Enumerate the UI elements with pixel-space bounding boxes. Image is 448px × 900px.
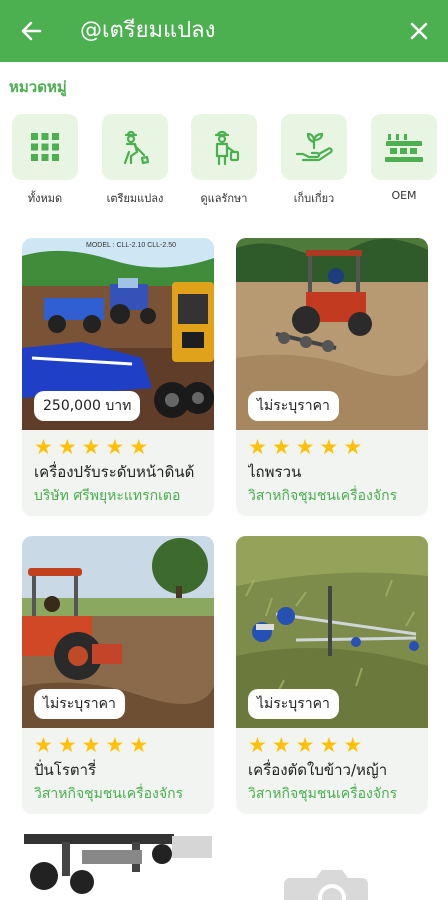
factory-icon [385, 134, 423, 162]
star-icon: ★ [295, 435, 315, 459]
farmer-digging-icon [123, 130, 150, 165]
camera-icon [284, 864, 380, 900]
price-badge: ไม่ระบุราคา [34, 689, 125, 719]
category-bar: ทั้งหมด เตรียมแปลง ดูแลรักษา เก็บเกี่ยว … [0, 114, 448, 210]
price-badge: 250,000 บาท [34, 391, 141, 421]
category-oem[interactable]: OEM [371, 114, 437, 202]
star-rating: ★ ★ ★ ★ ★ [248, 734, 362, 756]
star-icon: ★ [57, 435, 77, 459]
star-rating: ★ ★ ★ ★ ★ [248, 436, 362, 458]
category-label: ทั้งหมด [27, 192, 63, 205]
star-rating: ★ ★ ★ ★ ★ [34, 436, 148, 458]
app-bar: @เตรียมแปลง [0, 0, 448, 62]
product-image-partial[interactable] [22, 832, 214, 900]
star-icon: ★ [248, 435, 267, 459]
star-icon: ★ [34, 435, 53, 459]
star-icon: ★ [129, 435, 149, 459]
category-label: เตรียมแปลง [106, 192, 164, 205]
shop-name[interactable]: วิสาหกิจชุมชนเครื่องจักร [248, 485, 422, 507]
star-icon: ★ [271, 435, 291, 459]
close-icon[interactable] [404, 16, 434, 46]
product-card[interactable]: MODEL : CLL-2.10 CLL-2.50 250,000 บาท ★ ★… [22, 238, 214, 516]
category-label: OEM [391, 189, 417, 202]
star-icon: ★ [248, 733, 267, 757]
star-icon: ★ [105, 733, 125, 757]
shop-name[interactable]: วิสาหกิจชุมชนเครื่องจักร [248, 783, 422, 805]
farmer-watering-icon [214, 130, 240, 166]
product-card[interactable]: ไม่ระบุราคา ★ ★ ★ ★ ★ ไถพรวน วิสาหกิจชุมชนเค… [236, 238, 428, 516]
category-label: เก็บเกี่ยว [293, 192, 335, 205]
star-icon: ★ [57, 733, 77, 757]
product-card[interactable]: ไม่ระบุราคา ★ ★ ★ ★ ★ เครื่องตัดใบข้าว/หญ้า … [236, 536, 428, 814]
grid-icon [31, 133, 59, 161]
category-harvest[interactable]: เก็บเกี่ยว [281, 114, 347, 207]
star-icon: ★ [343, 733, 363, 757]
model-text: MODEL : CLL-2.10 CLL-2.50 [86, 242, 176, 249]
page-title: @เตรียมแปลง [80, 18, 216, 43]
price-badge: ไม่ระบุราคา [248, 689, 339, 719]
product-name: เครื่องตัดใบข้าว/หญ้า [248, 761, 388, 779]
star-icon: ★ [105, 435, 125, 459]
product-name: ไถพรวน [248, 463, 302, 481]
star-rating: ★ ★ ★ ★ ★ [34, 734, 148, 756]
star-icon: ★ [129, 733, 149, 757]
star-icon: ★ [319, 435, 339, 459]
star-icon: ★ [295, 733, 315, 757]
shop-name[interactable]: บริษัท ศรีพยุหะแทรกเตอ [34, 485, 208, 507]
star-icon: ★ [34, 733, 53, 757]
product-name: ปั่นโรตารี่ [34, 761, 97, 779]
star-icon: ★ [81, 733, 101, 757]
star-icon: ★ [81, 435, 101, 459]
category-label: ดูแลรักษา [200, 192, 248, 205]
hand-plant-icon [295, 132, 333, 162]
category-care[interactable]: ดูแลรักษา [191, 114, 257, 207]
star-icon: ★ [271, 733, 291, 757]
star-icon: ★ [343, 435, 363, 459]
arrow-left-icon[interactable] [16, 16, 46, 46]
product-name: เครื่องปรับระดับหน้าดินด้ [34, 463, 195, 481]
category-prepare[interactable]: เตรียมแปลง [102, 114, 168, 207]
star-icon: ★ [319, 733, 339, 757]
category-section-title: หมวดหมู่ [9, 78, 67, 96]
price-badge: ไม่ระบุราคา [248, 391, 339, 421]
category-all[interactable]: ทั้งหมด [12, 114, 78, 207]
shop-name[interactable]: วิสาหกิจชุมชนเครื่องจักร [34, 783, 208, 805]
product-card[interactable]: ไม่ระบุราคา ★ ★ ★ ★ ★ ปั่นโรตารี่ วิสาหกิจชุ… [22, 536, 214, 814]
